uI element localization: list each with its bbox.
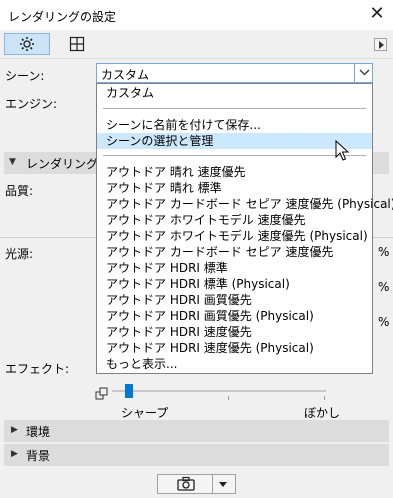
engine-label: エンジン:	[5, 97, 58, 111]
dropdown-item-scene[interactable]: アウトドア HDRI 速度優先 (Physical)	[97, 340, 372, 356]
slider-tick	[228, 396, 229, 400]
environment-section[interactable]: ▶ 環境	[4, 420, 389, 442]
dropdown-item-scene[interactable]: アウトドア HDRI 画質優先	[97, 292, 372, 308]
view-tab-button[interactable]	[54, 33, 100, 55]
light-percent-3: %	[378, 315, 390, 329]
gear-icon	[20, 37, 34, 51]
light-label: 光源:	[5, 247, 34, 261]
dropdown-item-scene[interactable]: アウトドア 晴れ 標準	[97, 180, 372, 196]
effect-label: エフェクト:	[5, 362, 70, 376]
background-label: 背景	[26, 449, 51, 463]
blur-slider-track[interactable]	[112, 390, 326, 392]
close-icon[interactable]: ✕	[369, 4, 385, 24]
blur-slider-thumb[interactable]	[125, 384, 133, 398]
dropdown-item-scene[interactable]: アウトドア HDRI 画質優先 (Physical)	[97, 308, 372, 324]
chevron-right-icon: ▶	[11, 425, 18, 435]
dropdown-item-scene[interactable]: アウトドア ホワイトモデル 速度優先 (Physical)	[97, 228, 372, 244]
dropdown-item-save-scene[interactable]: シーンに名前を付けて保存...	[97, 117, 372, 133]
dropdown-item-select-manage[interactable]: シーンの選択と管理	[97, 133, 372, 149]
slider-right-label: ぼかし	[304, 406, 341, 420]
gear-tab-button[interactable]	[4, 33, 50, 55]
dropdown-item-scene[interactable]: アウトドア カードボード セピア 速度優先 (Physical)	[97, 196, 393, 212]
dropdown-separator	[103, 155, 366, 156]
dropdown-item-scene[interactable]: アウトドア カードボード セピア 速度優先	[97, 244, 372, 260]
light-percent-1: %	[378, 245, 390, 259]
dropdown-separator	[103, 108, 366, 109]
dropdown-item-scene[interactable]: アウトドア HDRI 標準	[97, 260, 372, 276]
scene-select-button[interactable]	[354, 63, 373, 83]
dropdown-item-scene[interactable]: アウトドア HDRI 標準 (Physical)	[97, 276, 372, 292]
chevron-down-icon[interactable]	[218, 481, 228, 489]
quality-label: 品質:	[5, 184, 34, 198]
scene-label: シーン:	[5, 69, 45, 83]
render-button[interactable]	[157, 474, 236, 494]
sharpness-icon	[95, 387, 108, 400]
environment-label: 環境	[26, 425, 51, 439]
dropdown-item-more[interactable]: もっと表示...	[97, 356, 372, 372]
dropdown-item-custom[interactable]: カスタム	[97, 85, 372, 101]
light-percent-2: %	[378, 280, 390, 294]
camera-icon	[177, 476, 195, 491]
window-title: レンダリングの設定	[8, 10, 117, 24]
slider-left-label: シャープ	[121, 406, 169, 420]
chevron-down-icon	[359, 69, 370, 76]
scene-dropdown-list: カスタム シーンに名前を付けて保存... シーンの選択と管理 アウトドア 晴れ …	[96, 83, 393, 374]
dropdown-item-scene[interactable]: アウトドア ホワイトモデル 速度優先	[97, 212, 372, 228]
toolbar-scroll-right-button[interactable]	[374, 38, 387, 51]
button-divider	[212, 475, 213, 493]
dropdown-item-scene[interactable]: アウトドア 晴れ 速度優先	[97, 164, 372, 180]
dropdown-item-scene[interactable]: アウトドア HDRI 速度優先	[97, 324, 372, 340]
scene-select[interactable]: カスタム	[96, 63, 373, 83]
chevron-down-icon: ▼	[9, 157, 16, 167]
view-layout-icon	[69, 36, 85, 52]
scene-select-value: カスタム	[101, 68, 150, 82]
slider-tick	[324, 396, 325, 400]
chevron-right-icon: ▶	[11, 449, 18, 459]
mouse-cursor-icon	[335, 140, 349, 161]
background-section[interactable]: ▶ 背景	[4, 444, 389, 466]
